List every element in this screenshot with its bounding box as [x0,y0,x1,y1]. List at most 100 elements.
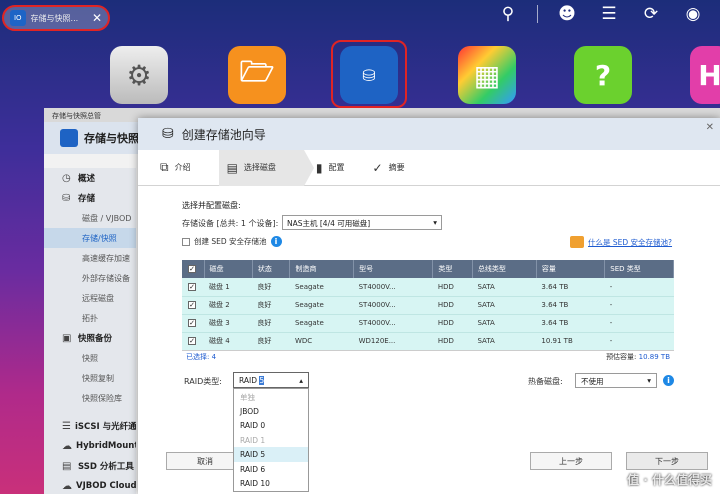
hybrid-backup-icon[interactable]: H [690,46,720,104]
raid-select-value: RAID 5 [239,376,265,385]
sidebar-item-storage[interactable]: ⛁ 存储 [44,188,136,208]
app-center-icon[interactable]: ▦ [458,46,516,104]
select-all-checkbox[interactable]: ✓ [188,265,196,273]
sidebar-item-cache[interactable]: 高速缓存加速 [44,248,136,268]
hot-spare-select[interactable]: 不使用 ▾ [575,373,657,388]
system-tray: ⚲ ☻ ☰ ⟳ ◉ [495,4,706,24]
next-button[interactable]: 下一步 [626,452,708,470]
row-checkbox-cell[interactable]: ✓ [182,296,204,315]
close-icon[interactable]: ✕ [92,11,102,25]
settings-app-icon[interactable]: ⚙ [110,46,168,104]
sed-help-link[interactable]: 什么是 SED 安全存储池? [570,236,672,248]
help-center-icon[interactable]: ? [574,46,632,104]
sidebar-item-iscsi[interactable]: ☰iSCSI 与光纤通道 [44,416,136,436]
sidebar-item-disks[interactable]: 磁盘 / VJBOD [44,208,136,228]
cell: HDD [432,278,473,297]
raid-option-jbod[interactable]: JBOD [234,404,308,419]
info-icon[interactable]: i [663,375,674,386]
row-checkbox-cell[interactable]: ✓ [182,314,204,333]
disk-table: ✓ 磁盘 状态 制造商 型号 类型 总线类型 容量 SED 类型 ✓ 磁盘 1 … [182,260,674,351]
col-disk[interactable]: 磁盘 [204,260,253,278]
col-status[interactable]: 状态 [252,260,291,278]
file-station-app-icon[interactable]: 🗁 [228,46,286,104]
cell: SATA [472,332,537,351]
prev-button[interactable]: 上一步 [530,452,612,470]
sync-icon[interactable]: ⟳ [638,4,664,24]
col-sed[interactable]: SED 类型 [604,260,674,278]
select-all-checkbox-cell[interactable]: ✓ [182,260,205,278]
col-vendor[interactable]: 制造商 [289,260,355,278]
user-icon[interactable]: ☻ [554,4,580,24]
cell: Seagate [289,296,354,315]
storage-icon: ⛁ [62,192,71,204]
raid-option-single: 单独 [240,393,255,402]
capacity-value: 10.89 TB [638,353,670,361]
sidebar-item-remote-disk[interactable]: 远程磁盘 [44,288,136,308]
sidebar-item-storage-snapshots[interactable]: 存储/快照 [44,228,136,248]
cell: ST4000V... [353,296,433,315]
cloud-icon: ☁ [62,440,72,452]
device-select[interactable]: NAS主机 [4/4 可用磁盘] ▾ [282,215,442,230]
sidebar-item-snapshot-replica[interactable]: 快照复制 [44,368,136,388]
info-icon[interactable]: i [270,236,282,247]
cell: - [604,278,674,297]
cell: HDD [432,332,473,351]
notes-icon[interactable]: ☰ [596,4,622,24]
step-select-disks: ▤ 选择磁盘 [218,149,315,186]
row-checkbox[interactable]: ✓ [188,301,196,309]
storage-snapshots-app-icon[interactable]: ⛁ [340,46,398,104]
disk-icon: ▤ [226,160,238,175]
table-row[interactable]: ✓ 磁盘 4 良好 WDC WD120E... HDD SATA 10.91 T… [182,332,674,351]
app-tab-storage[interactable]: IO 存储与快照... ✕ [2,5,110,31]
table-footer: 已选择: 4 预估容量: 10.89 TB [182,350,674,362]
sidebar-item-snapshot-backup[interactable]: ▣ 快照备份 [44,328,136,348]
raid-option-raid6[interactable]: RAID 6 [234,462,308,477]
cell: SATA [472,314,537,333]
selected-count: 已选择: 4 [186,353,217,361]
col-model[interactable]: 型号 [353,260,434,278]
raid-option-raid0[interactable]: RAID 0 [234,418,308,433]
col-capacity[interactable]: 容量 [536,260,606,278]
table-row[interactable]: ✓ 磁盘 3 良好 Seagate ST4000V... HDD SATA 3.… [182,314,674,333]
hot-spare-value: 不使用 [581,377,604,386]
raid-option-raid5[interactable]: RAID 5 [234,447,308,462]
cell: - [604,332,674,351]
raid-dropdown-list: 单独 JBOD RAID 0 RAID 1 RAID 5 RAID 6 RAID… [233,388,309,492]
table-row[interactable]: ✓ 磁盘 1 良好 Seagate ST4000V... HDD SATA 3.… [182,278,674,297]
row-checkbox[interactable]: ✓ [188,319,196,327]
cell: 磁盘 4 [204,332,253,351]
raid-option-raid10[interactable]: RAID 10 [234,476,308,491]
sidebar-item-snapshot-vault[interactable]: 快照保险库 [44,388,136,408]
raid-type-select[interactable]: RAID 5 ▴ [233,372,309,388]
iscsi-icon: ☰ [62,420,71,432]
table-row[interactable]: ✓ 磁盘 2 良好 Seagate ST4000V... HDD SATA 3.… [182,296,674,315]
sidebar-item-topology[interactable]: 拓扑 [44,308,136,328]
sidebar-item-vjbod-cloud[interactable]: ☁ VJBOD Cloud [44,476,136,494]
cell: Seagate [289,314,354,333]
cell: 3.64 TB [536,278,605,297]
window-header-title: 存储与快照 [84,132,139,145]
snapshot-icon: ▣ [62,332,72,344]
gauge-icon: ◷ [62,172,71,184]
col-bus[interactable]: 总线类型 [472,260,537,278]
sidebar-item-hybridmount[interactable]: ☁ HybridMount [44,436,136,456]
hot-spare-label: 热备磁盘: [528,377,563,386]
sed-option: 创建 SED 安全存储池 i [182,236,282,247]
row-checkbox[interactable]: ✓ [188,282,196,291]
wizard-title: 创建存储池向导 [181,127,266,142]
sidebar-item-ssd-analysis[interactable]: ▤ SSD 分析工具 [44,456,136,476]
cell: 磁盘 1 [204,278,253,297]
sidebar-item-external[interactable]: 外部存储设备 [44,268,136,288]
row-checkbox-cell[interactable]: ✓ [182,278,204,297]
search-icon[interactable]: ⚲ [495,4,521,24]
raid-type-label: RAID类型: [184,377,222,386]
sidebar-item-overview[interactable]: ◷ 概述 [44,168,136,188]
raid-icon[interactable]: ◉ [680,4,706,24]
sed-checkbox[interactable] [182,237,190,246]
row-checkbox[interactable]: ✓ [188,337,196,345]
row-checkbox-cell[interactable]: ✓ [182,332,204,351]
col-type[interactable]: 类型 [432,260,473,278]
cell: 磁盘 3 [204,314,253,333]
close-icon[interactable]: ✕ [706,122,714,133]
sidebar-item-snapshot[interactable]: 快照 [44,348,136,368]
